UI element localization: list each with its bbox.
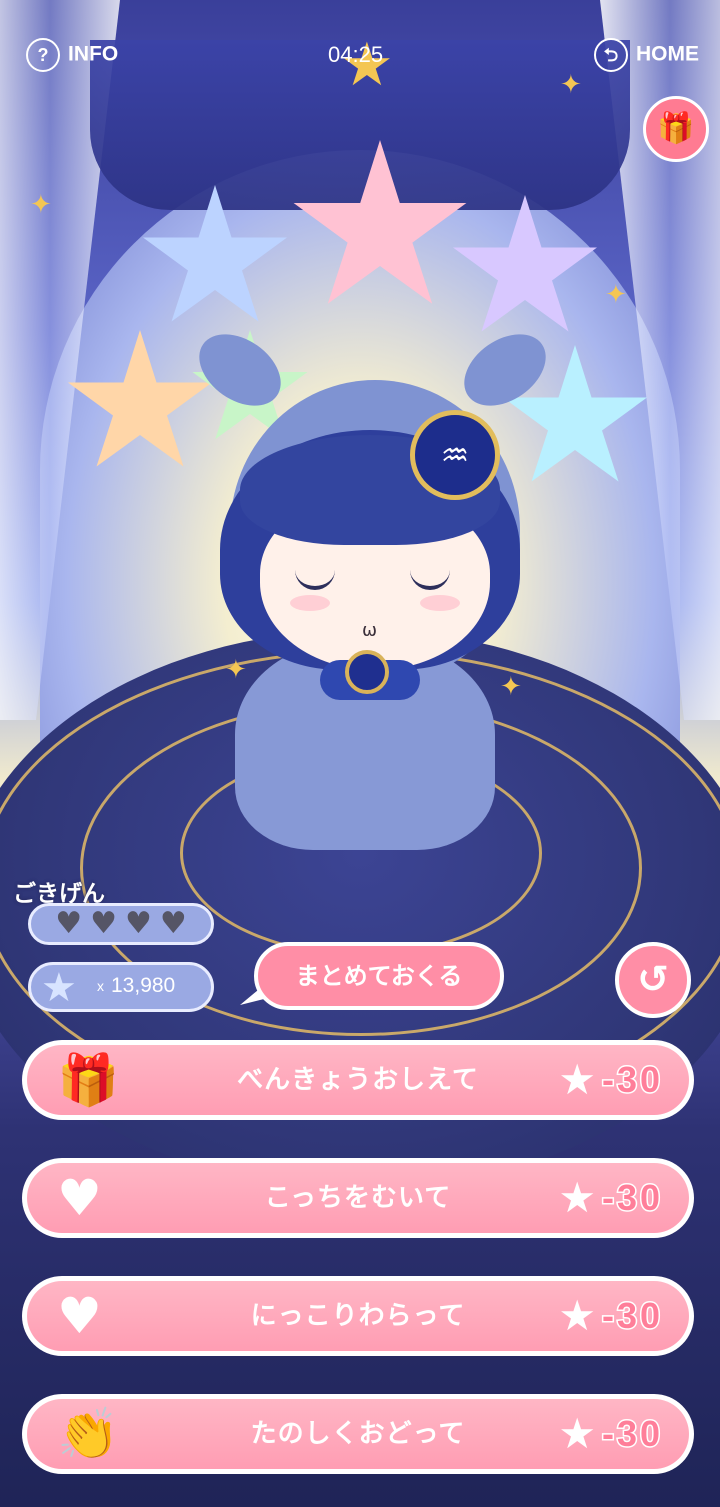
aquarius-pin-icon: ♒ — [410, 410, 500, 500]
action-cost: ★ -30 — [558, 1399, 663, 1469]
heart-empty-icon: ♥ — [159, 906, 187, 941]
home-label: HOME — [636, 42, 699, 66]
action-cost: ★ -30 — [558, 1163, 663, 1233]
heart-empty-icon: ♥ — [55, 906, 83, 941]
cost-star-icon: ★ — [558, 1409, 596, 1458]
cost-star-icon: ★ — [558, 1055, 596, 1104]
info-button[interactable]: ? INFO — [26, 38, 118, 72]
mood-hearts: ♥ ♥ ♥ ♥ — [28, 903, 214, 945]
heart-empty-icon: ♥ — [125, 906, 152, 941]
clock: 04:25 — [328, 42, 384, 67]
cost-value: -30 — [600, 1176, 663, 1220]
star-currency: ★ x 13,980 — [28, 962, 214, 1012]
action-button-body: ♥ こっちをむいて ★ -30 — [27, 1163, 689, 1233]
brooch-gem — [345, 650, 389, 694]
currency-amount: 13,980 — [111, 974, 176, 997]
blush-right — [420, 595, 460, 611]
action-button-body: ♥ にっこりわらって ★ -30 — [27, 1281, 689, 1351]
hood-ear-left — [185, 319, 295, 421]
blush-left — [290, 595, 330, 611]
action-button-body: 👏 たのしくおどって ★ -30 — [27, 1399, 689, 1469]
cost-star-icon: ★ — [558, 1173, 596, 1222]
eye-left — [295, 570, 335, 590]
cost-value: -30 — [600, 1412, 663, 1456]
cost-star-icon: ★ — [558, 1291, 596, 1340]
action-button-body: 🎁 べんきょうおしえて ★ -30 — [27, 1045, 689, 1115]
chibi-character[interactable]: ω ♒ — [185, 319, 560, 860]
cost-value: -30 — [600, 1294, 663, 1338]
sparkle-icon: ✦ — [30, 190, 52, 220]
action-button-look-here[interactable]: ♥ こっちをむいて ★ -30 — [22, 1158, 694, 1238]
cost-value: -30 — [600, 1058, 663, 1102]
action-button-study[interactable]: 🎁 べんきょうおしえて ★ -30 — [22, 1040, 694, 1120]
present-button[interactable]: 🎁 — [643, 96, 709, 162]
currency-multiplier: x — [97, 978, 104, 994]
sparkle-icon: ✦ — [605, 280, 627, 310]
sparkle-icon: ✦ — [560, 70, 582, 100]
star-currency-icon: ★ — [41, 965, 77, 1011]
bulk-send-button[interactable]: まとめておくる — [254, 942, 504, 1010]
action-cost: ★ -30 — [558, 1281, 663, 1351]
action-button-smile[interactable]: ♥ にっこりわらって ★ -30 — [22, 1276, 694, 1356]
back-button[interactable]: ↺ — [615, 942, 691, 1018]
heart-empty-icon: ♥ — [90, 906, 117, 941]
info-label: INFO — [68, 42, 119, 66]
action-cost: ★ -30 — [558, 1045, 663, 1115]
question-icon: ? — [26, 38, 60, 72]
home-button[interactable]: ⮌ HOME — [594, 38, 699, 72]
mouth: ω — [362, 620, 378, 641]
present-box-icon: 🎁 — [657, 111, 695, 146]
eye-right — [410, 570, 450, 590]
undo-arrow-icon: ↺ — [637, 957, 669, 1001]
action-button-dance[interactable]: 👏 たのしくおどって ★ -30 — [22, 1394, 694, 1474]
home-back-icon: ⮌ — [594, 38, 628, 72]
